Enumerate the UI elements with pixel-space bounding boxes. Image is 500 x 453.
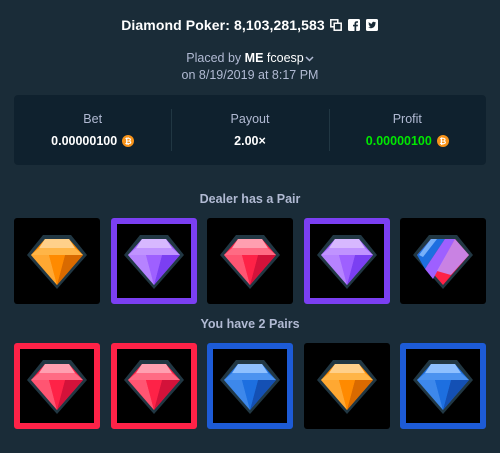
bet-value-row: 0.00000100 ₿ xyxy=(51,134,135,148)
bitcoin-icon: ₿ xyxy=(122,135,135,147)
placed-by-label: Placed by xyxy=(186,51,242,65)
blue-gem-icon xyxy=(217,353,283,419)
payout-value: 2.00× xyxy=(234,134,266,148)
purple-gem-icon xyxy=(121,228,187,294)
game-title: Diamond Poker: 8,103,281,583 xyxy=(121,17,325,33)
payout-stat: Payout 2.00× xyxy=(171,95,328,165)
dealer-hand-title: Dealer has a Pair xyxy=(199,192,301,206)
profit-label: Profit xyxy=(392,112,422,126)
username-link[interactable]: fcoesp xyxy=(267,51,304,65)
dealer-card-4 xyxy=(303,218,390,304)
placed-datetime: on 8/19/2019 at 8:17 PM xyxy=(181,68,319,83)
red-gem-icon xyxy=(121,353,187,419)
profit-value-row: 0.00000100 ₿ xyxy=(366,134,449,148)
chevron-down-icon[interactable] xyxy=(305,50,314,67)
red-gem-icon xyxy=(24,353,90,419)
purple-gem-icon xyxy=(314,228,380,294)
bitcoin-icon: ₿ xyxy=(436,135,449,147)
dealer-card-2 xyxy=(110,218,197,304)
profit-value: 0.00000100 xyxy=(365,134,432,148)
orange-gem-icon xyxy=(314,353,380,419)
bet-stats-panel: Bet 0.00000100 ₿ Payout 2.00× Profit 0.0… xyxy=(14,95,486,165)
dealer-card-5 xyxy=(400,218,486,304)
player-card-2 xyxy=(110,343,197,429)
bet-value: 0.00000100 xyxy=(51,134,118,148)
twitter-icon[interactable] xyxy=(366,19,379,32)
split-gem-icon xyxy=(410,228,476,294)
player-card-4 xyxy=(303,343,390,429)
copy-icon[interactable] xyxy=(330,19,343,32)
player-card-3 xyxy=(207,343,293,429)
dealer-card-3 xyxy=(207,218,293,304)
game-header: Diamond Poker: 8,103,281,583 xyxy=(0,13,500,37)
player-card-5 xyxy=(400,343,486,429)
facebook-icon[interactable] xyxy=(348,19,361,32)
profit-stat: Profit 0.00000100 ₿ xyxy=(328,95,486,165)
orange-gem-icon xyxy=(24,228,90,294)
player-hand-title: You have 2 Pairs xyxy=(200,317,300,331)
dealer-card-1 xyxy=(14,218,100,304)
dealer-hand xyxy=(14,218,486,304)
blue-gem-icon xyxy=(410,353,476,419)
bet-label: Bet xyxy=(83,112,103,126)
player-hand xyxy=(14,343,486,429)
player-card-1 xyxy=(14,343,100,429)
payout-label: Payout xyxy=(230,112,270,126)
bet-placed-info: Placed by ME fcoesp on 8/19/2019 at 8:17… xyxy=(0,50,500,84)
user-prefix: ME xyxy=(244,51,264,65)
red-gem-icon xyxy=(217,228,283,294)
bet-stat: Bet 0.00000100 ₿ xyxy=(14,95,171,165)
payout-value-row: 2.00× xyxy=(234,134,266,148)
